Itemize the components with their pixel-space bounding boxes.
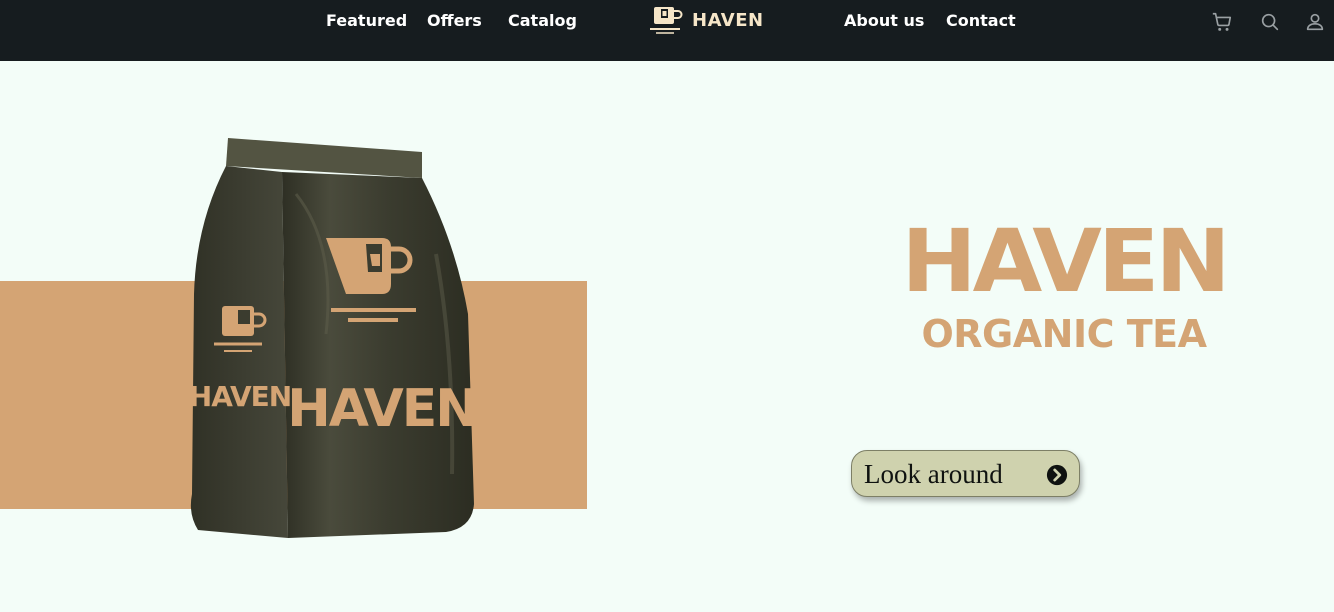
nav-link-about-us[interactable]: About us — [844, 11, 924, 30]
arrow-circle-right-icon — [1046, 464, 1068, 486]
hero-subtitle: ORGANIC TEA — [921, 312, 1207, 356]
user-icon[interactable] — [1304, 11, 1326, 33]
cart-icon[interactable] — [1211, 11, 1233, 33]
search-icon[interactable] — [1259, 11, 1281, 33]
look-around-button[interactable]: Look around — [851, 450, 1080, 497]
hero-title: HAVEN — [901, 211, 1230, 312]
brand-logo[interactable]: HAVEN — [648, 5, 764, 35]
bag-side-brand: HAVEN — [189, 380, 291, 413]
look-around-label: Look around — [864, 459, 1003, 489]
tea-bag-product-image: HAVEN HAVEN — [189, 138, 478, 538]
nav-link-catalog[interactable]: Catalog — [508, 11, 577, 30]
nav-link-contact[interactable]: Contact — [946, 11, 1016, 30]
nav-link-offers[interactable]: Offers — [427, 11, 482, 30]
nav-link-featured[interactable]: Featured — [326, 11, 407, 30]
bag-front-brand: HAVEN — [287, 379, 477, 439]
brand-name: HAVEN — [692, 9, 764, 31]
teacup-logo-icon — [650, 7, 683, 34]
top-navbar: Featured Offers Catalog HAVEN About us C… — [0, 0, 1334, 61]
